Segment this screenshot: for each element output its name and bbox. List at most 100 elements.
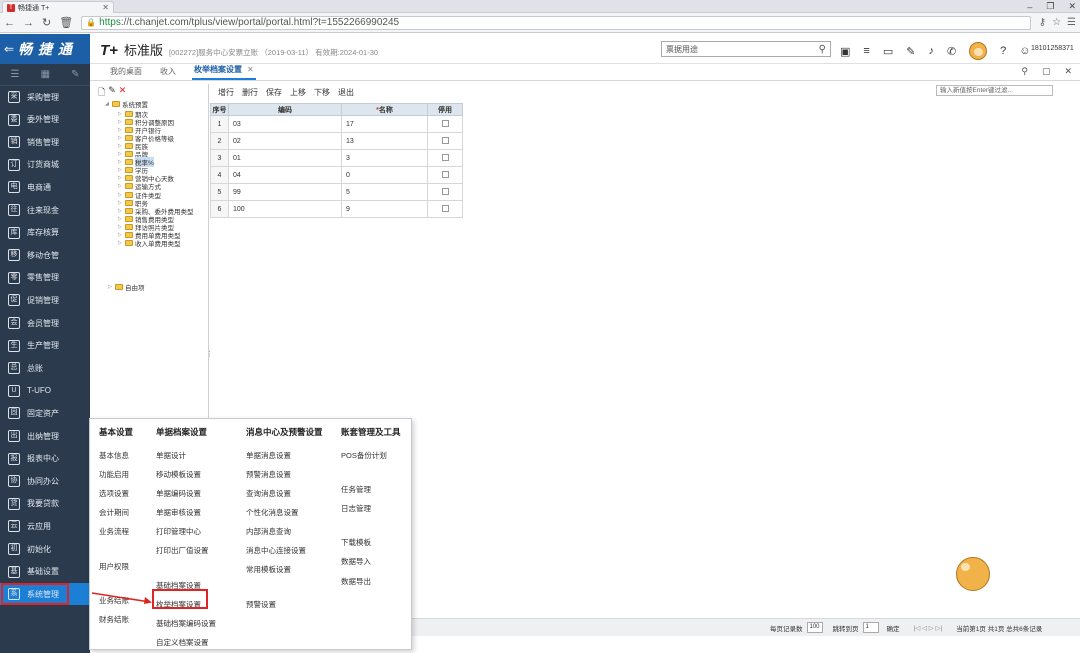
sidebar-item[interactable]: 总总账 [0, 357, 90, 379]
per-page-input[interactable]: 100 [806, 622, 823, 633]
sidebar-item[interactable]: 移移动仓管 [0, 244, 90, 266]
menu-item[interactable]: 基础档案编码设置 [156, 618, 216, 629]
goto-page-input[interactable]: 1 [862, 622, 879, 633]
name-cell[interactable]: 5 [341, 183, 428, 201]
sidebar-item[interactable]: 往往来现金 [0, 199, 90, 221]
menu-item[interactable]: 内部消息查询 [246, 526, 291, 537]
menu-item[interactable]: 基本信息 [99, 450, 129, 461]
column-header-code[interactable]: 编码 [228, 103, 342, 116]
disabled-checkbox[interactable] [441, 170, 449, 178]
sidebar-item[interactable]: 生生产管理 [0, 335, 90, 357]
url-input[interactable]: 🔒 https://t.chanjet.com/tplus/view/porta… [81, 15, 1031, 30]
grid-toolbar-button[interactable]: 增行 [218, 87, 234, 98]
sidebar-item[interactable]: 订订货商城 [0, 154, 90, 176]
tree-node-root[interactable]: ◢ 系统预置 [105, 99, 148, 109]
star-icon[interactable]: ☆ [1052, 17, 1061, 28]
grid-toolbar-button[interactable]: 退出 [338, 87, 354, 98]
screen-icon[interactable]: ▭ [883, 45, 893, 58]
code-cell[interactable]: 100 [228, 200, 342, 218]
table-row[interactable]: 1 03 17 [210, 115, 463, 133]
sidebar-item[interactable]: 基基础设置 [0, 561, 90, 583]
hamburger-icon[interactable]: ☰ [11, 69, 20, 80]
disabled-checkbox[interactable] [441, 204, 449, 212]
search-icon[interactable]: ⚲ [819, 44, 826, 55]
tree-toggle-icon[interactable]: ▷ [118, 240, 123, 246]
code-cell[interactable]: 03 [228, 115, 342, 133]
grid-toolbar-button[interactable]: 保存 [266, 87, 282, 98]
disabled-checkbox[interactable] [441, 153, 449, 161]
menu-item[interactable]: 用户权限 [99, 561, 129, 572]
disabled-checkbox[interactable] [441, 119, 449, 127]
menu-item[interactable]: 任务管理 [341, 484, 371, 495]
edit-icon[interactable]: ✎ [906, 45, 915, 58]
forward-icon[interactable]: → [23, 17, 34, 29]
sidebar-item[interactable]: 云云应用 [0, 515, 90, 537]
menu-item[interactable]: 个性化消息设置 [246, 507, 299, 518]
back-icon[interactable]: ← [4, 17, 15, 29]
menu-item[interactable]: 单据设计 [156, 450, 186, 461]
menu-item[interactable]: 日志管理 [341, 503, 371, 514]
name-cell[interactable]: 3 [341, 149, 428, 167]
tree-toggle-icon[interactable]: ◢ [105, 101, 110, 107]
menu-item[interactable]: 单据消息设置 [246, 450, 291, 461]
menu-item[interactable]: 选项设置 [99, 488, 129, 499]
disabled-checkbox[interactable] [441, 187, 449, 195]
menu-item[interactable]: 自定义档案设置 [156, 637, 209, 648]
app-logo[interactable]: ⇐ 畅 捷 通 [0, 34, 90, 64]
mascot-avatar-icon[interactable] [969, 42, 988, 60]
sidebar-item[interactable]: 初初始化 [0, 538, 90, 560]
grid-toolbar-button[interactable]: 下移 [314, 87, 330, 98]
close-window-icon[interactable]: ✕ [1068, 1, 1076, 12]
sidebar-item[interactable]: 协协同办公 [0, 470, 90, 492]
reload-icon[interactable]: ↻ [42, 16, 51, 29]
sidebar-item[interactable]: 促促销管理 [0, 289, 90, 311]
code-cell[interactable]: 04 [228, 166, 342, 184]
menu-icon[interactable]: ☰ [1067, 17, 1076, 28]
sidebar-item[interactable]: 贷我要贷款 [0, 493, 90, 515]
sidebar-item[interactable]: 固固定资产 [0, 402, 90, 424]
trash-icon[interactable]: 🗑 [59, 16, 73, 29]
goto-confirm-button[interactable]: 确定 [887, 623, 900, 633]
menu-item[interactable]: 消息中心连接设置 [246, 545, 306, 556]
table-row[interactable]: 4 04 0 [210, 166, 463, 184]
table-row[interactable]: 2 02 13 [210, 132, 463, 150]
menu-item[interactable]: 预警设置 [246, 599, 276, 610]
menu-item[interactable]: 常用模板设置 [246, 564, 291, 575]
grid-filter-input[interactable]: 输入新值按Enter键过滤... [936, 85, 1053, 96]
menu-item[interactable]: 会计期间 [99, 507, 129, 518]
phone-icon[interactable]: ✆ [947, 45, 956, 58]
sidebar-item[interactable]: 库库存核算 [0, 222, 90, 244]
sidebar-item[interactable]: 电电商通 [0, 176, 90, 198]
tab-desktop[interactable]: 我的桌面 [108, 66, 144, 80]
sidebar-item[interactable]: 系系统管理 [0, 583, 90, 606]
column-header-name[interactable]: *名称 [341, 103, 428, 116]
grid-toolbar-button[interactable]: 上移 [290, 87, 306, 98]
menu-item[interactable]: 财务结账 [99, 614, 129, 625]
menu-item[interactable]: 移动模板设置 [156, 469, 201, 480]
maximize-icon[interactable]: ▢ [1042, 66, 1051, 77]
tab-income[interactable]: 收入 [158, 66, 178, 80]
sidebar-item[interactable]: U T-UFO [0, 380, 90, 402]
code-cell[interactable]: 02 [228, 132, 342, 150]
sidebar-item[interactable]: 委委外管理 [0, 109, 90, 131]
table-row[interactable]: 5 99 5 [210, 183, 463, 201]
menu-item[interactable]: 单据编码设置 [156, 488, 201, 499]
sidebar-item[interactable]: 零零售管理 [0, 267, 90, 289]
tab-enum-archive[interactable]: 枚举档案设置 ✕ [192, 64, 256, 80]
code-cell[interactable]: 99 [228, 183, 342, 201]
tree-node[interactable]: ▷ 收入单费用类型 [118, 238, 181, 248]
splitter-handle[interactable]: ⋮ [206, 350, 213, 358]
name-cell[interactable]: 0 [341, 166, 428, 184]
bell-icon[interactable]: ♪ [928, 45, 934, 57]
tree-node-free[interactable]: ▷ 自由项 [108, 282, 145, 292]
pager-nav-icons[interactable]: |◁ ◁ ▷ ▷| [914, 624, 943, 632]
search-icon[interactable]: ⚲ [1021, 66, 1028, 77]
menu-item[interactable]: 功能启用 [99, 469, 129, 480]
name-cell[interactable]: 13 [341, 132, 428, 150]
key-icon[interactable]: ⚷ [1039, 17, 1046, 28]
menu-item[interactable]: 预警消息设置 [246, 469, 291, 480]
menu-item[interactable]: 查询消息设置 [246, 488, 291, 499]
sidebar-item[interactable]: 销销售管理 [0, 131, 90, 153]
close-tab-icon[interactable]: ✕ [102, 3, 109, 12]
edit-icon[interactable]: ✎ [71, 69, 79, 80]
